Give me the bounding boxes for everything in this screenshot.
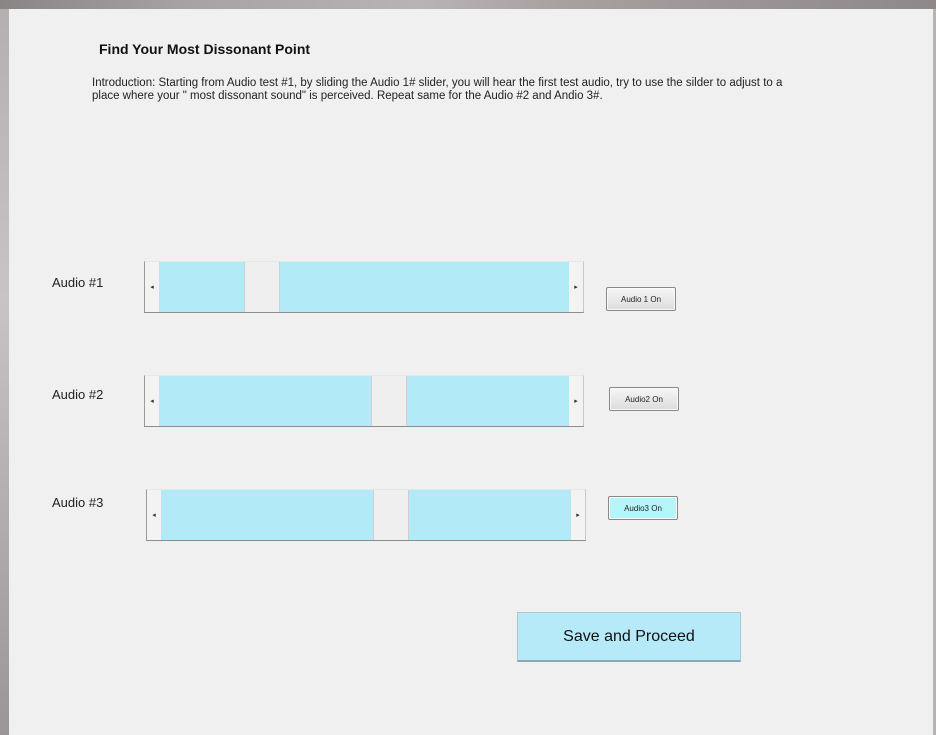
slider-right-arrow-icon[interactable]: ▸ — [569, 376, 583, 426]
slider-track[interactable] — [161, 490, 571, 540]
slider-thumb[interactable] — [372, 490, 409, 540]
slider-left-arrow-icon[interactable]: ◂ — [145, 262, 159, 312]
introduction-text: Introduction: Starting from Audio test #… — [92, 77, 783, 102]
window-frame-left — [0, 9, 9, 735]
audio-3-on-button[interactable]: Audio3 On — [608, 496, 678, 520]
window-frame-top — [0, 0, 936, 9]
slider-left-arrow-icon[interactable]: ◂ — [147, 490, 161, 540]
slider-right-arrow-icon[interactable]: ▸ — [571, 490, 585, 540]
audio-1-label: Audio #1 — [52, 275, 104, 290]
audio-1-slider[interactable]: ◂ ▸ — [144, 261, 584, 313]
slider-left-arrow-icon[interactable]: ◂ — [145, 376, 159, 426]
slider-right-arrow-icon[interactable]: ▸ — [569, 262, 583, 312]
slider-track[interactable] — [159, 262, 569, 312]
audio-2-slider[interactable]: ◂ ▸ — [144, 375, 584, 427]
main-panel: Find Your Most Dissonant Point Introduct… — [9, 9, 933, 735]
audio-3-label: Audio #3 — [52, 495, 104, 510]
page-title: Find Your Most Dissonant Point — [99, 41, 311, 57]
slider-thumb[interactable] — [243, 262, 280, 312]
audio-2-on-button[interactable]: Audio2 On — [609, 387, 679, 411]
audio-3-slider[interactable]: ◂ ▸ — [146, 489, 586, 541]
audio-1-on-button[interactable]: Audio 1 On — [606, 287, 676, 311]
slider-thumb[interactable] — [370, 376, 407, 426]
save-and-proceed-button[interactable]: Save and Proceed — [517, 612, 741, 662]
slider-track[interactable] — [159, 376, 569, 426]
audio-2-label: Audio #2 — [52, 387, 104, 402]
